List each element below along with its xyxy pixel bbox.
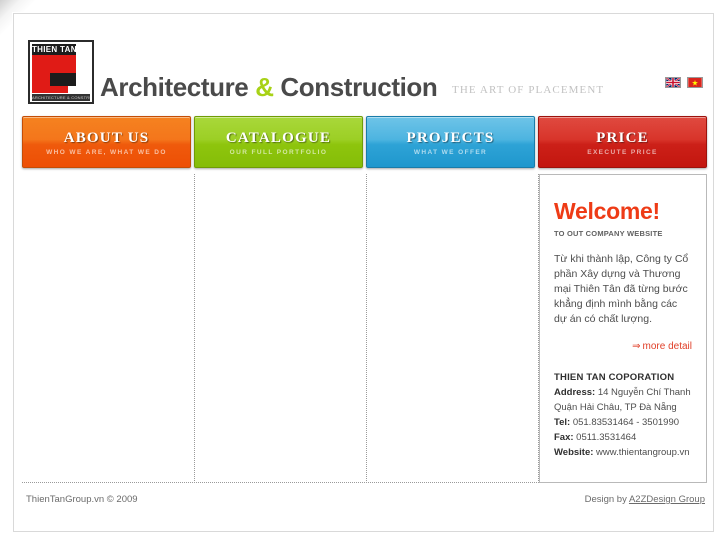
column-divider-2	[366, 174, 367, 483]
arrow-right-icon: ⇒	[632, 341, 641, 352]
vietnamese-flag-icon[interactable]	[687, 77, 703, 88]
nav-sublabel-projects: WHAT WE OFFER	[413, 149, 488, 156]
contact-fax-row: Fax: 0511.3531464	[554, 430, 692, 445]
contact-tel-value: 051.83531464 - 3501990	[570, 417, 680, 428]
more-detail-link[interactable]: ⇒ more detail	[554, 341, 692, 352]
nav-label-price: PRICE	[596, 130, 649, 146]
welcome-heading: Welcome!	[554, 198, 660, 224]
contact-address-row-2: Quận Hải Châu, TP Đà Nẵng	[554, 402, 677, 413]
site-page: THIEN TAN ARCHITECTURE & CONSTRUCTION Ar…	[12, 12, 715, 533]
site-header: THIEN TAN ARCHITECTURE & CONSTRUCTION Ar…	[22, 22, 707, 110]
logo-subtitle-text: ARCHITECTURE & CONSTRUCTION	[32, 94, 90, 101]
nav-label-about-us: ABOUT US	[63, 130, 150, 146]
nav-sublabel-price: EXECUTE PRICE	[587, 149, 658, 156]
contact-company-name: THIEN TAN COPORATION	[554, 372, 675, 383]
contact-address-row: Address: 14 Nguyễn Chí Thanh	[554, 385, 692, 400]
contact-website-label: Website:	[554, 447, 594, 458]
nav-sublabel-about-us: WHO WE ARE, WHAT WE DO	[46, 149, 167, 156]
contact-website-value[interactable]: www.thientangroup.vn	[593, 447, 690, 458]
logo-black-block	[50, 73, 76, 86]
nav-label-projects: PROJECTS	[406, 130, 495, 146]
contact-fax-label: Fax:	[554, 432, 574, 443]
contact-tel-label: Tel:	[554, 417, 571, 428]
welcome-body-text: Từ khi thành lập, Công ty Cổ phần Xây dự…	[554, 253, 689, 325]
page-inner: THIEN TAN ARCHITECTURE & CONSTRUCTION Ar…	[22, 22, 707, 525]
browser-viewport: THIEN TAN ARCHITECTURE & CONSTRUCTION Ar…	[0, 0, 727, 545]
main-navigation: ABOUT US WHO WE ARE, WHAT WE DO CATALOGU…	[22, 116, 707, 168]
footer-credit: Design by A2ZDesign Group	[585, 494, 705, 505]
main-content: Welcome! TO OUT COMPANY WEBSITE Từ khi t…	[22, 174, 707, 483]
brand-architecture: Architecture	[100, 72, 249, 102]
more-detail-label: more detail	[642, 341, 692, 352]
nav-label-catalogue: CATALOGUE	[225, 130, 332, 146]
nav-item-price[interactable]: PRICE EXECUTE PRICE	[538, 116, 707, 168]
footer-credit-label: Design by	[584, 494, 629, 505]
nav-sublabel-catalogue: OUR FULL PORTFOLIO	[229, 149, 328, 156]
site-footer: ThienTanGroup.vn © 2009 Design by A2ZDes…	[22, 490, 707, 514]
page-title: Architecture & Construction	[100, 72, 438, 103]
contact-website-row: Website: www.thientangroup.vn	[554, 445, 692, 460]
contact-address-label: Address:	[554, 387, 596, 398]
contact-fax-value: 0511.3531464	[573, 432, 637, 443]
logo-name-text: THIEN TAN	[32, 44, 76, 55]
contact-address-value: 14 Nguyễn Chí Thanh	[595, 387, 691, 398]
contact-tel-row: Tel: 051.83531464 - 3501990	[554, 415, 692, 430]
brand-ampersand: &	[255, 72, 274, 102]
welcome-panel: Welcome! TO OUT COMPANY WEBSITE Từ khi t…	[539, 174, 707, 483]
contact-info: THIEN TAN COPORATION Address: 14 Nguyễn …	[554, 370, 692, 460]
english-flag-icon[interactable]	[665, 77, 681, 88]
header-tagline: THE ART OF PLACEMENT	[452, 84, 605, 96]
welcome-subheading: TO OUT COMPANY WEBSITE	[554, 229, 663, 238]
nav-item-projects[interactable]: PROJECTS WHAT WE OFFER	[366, 116, 535, 168]
company-logo[interactable]: THIEN TAN ARCHITECTURE & CONSTRUCTION	[28, 40, 94, 104]
footer-credit-link[interactable]: A2ZDesign Group	[629, 494, 705, 505]
nav-item-catalogue[interactable]: CATALOGUE OUR FULL PORTFOLIO	[194, 116, 363, 168]
column-divider-1	[194, 174, 195, 483]
nav-item-about-us[interactable]: ABOUT US WHO WE ARE, WHAT WE DO	[22, 116, 191, 168]
footer-copyright: ThienTanGroup.vn © 2009	[26, 494, 138, 505]
brand-construction: Construction	[280, 72, 438, 102]
language-switcher	[665, 77, 703, 88]
